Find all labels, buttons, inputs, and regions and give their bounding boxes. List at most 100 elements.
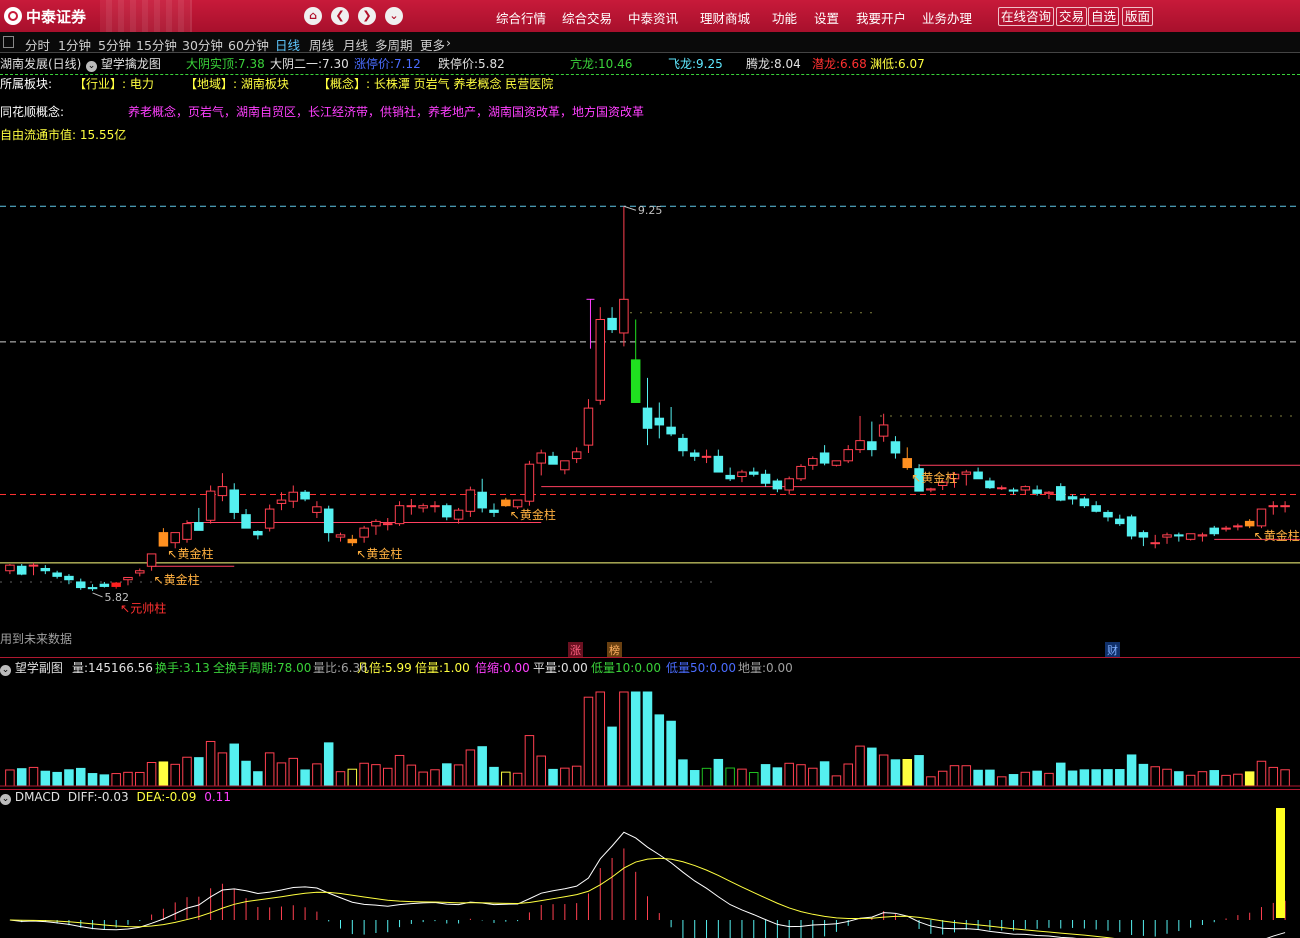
diff-line (9, 831, 1286, 938)
ths-concepts: 养老概念，页岩气，湖南自贸区，长江经济带，供销社，养老地产，湖南国资改革，地方国… (128, 105, 645, 119)
candlestick-chart[interactable]: 9.255.82↖黄金柱 ↖黄金柱↖黄金柱↖黄金柱↖黄金柱↖元帅柱↖黄金柱 (0, 140, 1300, 650)
volume-bar (418, 771, 428, 787)
volume-bar (465, 749, 476, 787)
volume-bar (1244, 771, 1255, 787)
watchlist-button[interactable]: 自选 (1088, 7, 1120, 26)
vol-stat-value: 0.00 (634, 661, 662, 675)
volume-bar (382, 767, 393, 787)
menu-open-account[interactable]: 我要开户 (856, 8, 906, 27)
volume-chart[interactable] (0, 675, 1300, 788)
period-weekly[interactable]: 周线 (309, 35, 334, 54)
menu-trade[interactable]: 综合交易 (562, 8, 612, 27)
vol-stat-label: 几倍: (357, 661, 386, 675)
candle-body (678, 437, 688, 452)
volume-bar (1268, 766, 1279, 787)
menu-function[interactable]: 功能 (772, 8, 797, 27)
period-30min[interactable]: 30分钟 (182, 35, 223, 54)
forward-icon[interactable]: ❯ (358, 7, 376, 25)
candle-body (701, 455, 712, 458)
candle-body (713, 455, 724, 473)
gold-bar-label: ↖黄金柱 (1254, 528, 1300, 543)
candle-body (1174, 534, 1184, 537)
candle-body (536, 452, 546, 464)
candle-body (229, 489, 239, 513)
vol-stat-value: 5.99 (385, 661, 412, 675)
volume-bar (1103, 769, 1113, 787)
yuanshuai-label: ↖元帅柱 (120, 601, 166, 616)
candle-body (808, 458, 818, 466)
volume-bar (1138, 763, 1149, 787)
volume-bar (831, 775, 842, 787)
candle-body (5, 564, 15, 572)
volume-bar (512, 772, 523, 787)
volume-bar (229, 743, 239, 787)
volume-bar (796, 764, 806, 787)
info-divider (0, 74, 1300, 75)
volume-bar (784, 762, 794, 787)
price-level-label: 大阴实顶: (186, 57, 239, 71)
candle-body (607, 317, 617, 331)
finance-badge[interactable]: 财 (1105, 642, 1120, 658)
candle-body (323, 508, 334, 534)
candle-body (241, 514, 251, 529)
chevron-right-icon[interactable]: › (446, 35, 451, 50)
candle-body (689, 452, 700, 457)
macd-chart[interactable] (0, 802, 1300, 938)
vol-stat-value: 78.00 (277, 661, 312, 675)
volume-bar (772, 767, 783, 787)
period-multi[interactable]: 多周期 (375, 35, 413, 54)
price-level-label: 飞龙: (668, 57, 697, 71)
broker-logo-icon (4, 7, 22, 25)
menu-wealth[interactable]: 理财商城 (700, 8, 750, 27)
menu-business[interactable]: 业务办理 (922, 8, 972, 27)
candle-body (158, 532, 169, 547)
vol-panel-header[interactable]: ⌄ 望学副图 (0, 659, 63, 676)
period-1min[interactable]: 1分钟 (58, 35, 91, 54)
menu-news[interactable]: 中泰资讯 (628, 8, 678, 27)
industry-info: 【行业】: 电力 (74, 77, 154, 91)
period-60min[interactable]: 60分钟 (228, 35, 269, 54)
online-consult-button[interactable]: 在线咨询 (998, 7, 1055, 26)
vol-stat-label: 地量: (738, 661, 767, 675)
candle-body (1197, 534, 1208, 537)
indicator-selector[interactable]: ⌄ 望学擒龙图 (86, 55, 161, 72)
gold-bar-label: ↖黄金柱 (167, 546, 213, 561)
layout-button[interactable]: 版面 (1122, 7, 1154, 26)
price-level-label: 跌停价: (438, 57, 479, 71)
candle-body (182, 523, 192, 540)
vol-stat-label: 量: (72, 661, 89, 675)
volume-bar (725, 767, 735, 787)
limit-up-badge[interactable]: 涨 (568, 642, 583, 658)
period-more[interactable]: 更多 (420, 35, 445, 54)
period-monthly[interactable]: 月线 (343, 35, 368, 54)
candle-body (512, 499, 523, 508)
candle-body (205, 490, 216, 521)
back-icon[interactable]: ❮ (331, 7, 349, 25)
volume-bar (890, 759, 901, 787)
ranking-badge[interactable]: 榜 (607, 642, 622, 658)
candle-body (394, 505, 405, 525)
period-5min[interactable]: 5分钟 (98, 35, 131, 54)
volume-bar (1032, 770, 1042, 787)
dropdown-icon[interactable]: ⌄ (385, 7, 403, 25)
price-level-2: 涨停价:7.12 (354, 55, 421, 72)
home-icon[interactable]: ⌂ (304, 7, 322, 25)
period-15min[interactable]: 15分钟 (136, 35, 177, 54)
price-level-value: 5.82 (478, 57, 505, 71)
period-tick[interactable]: 分时 (25, 35, 50, 54)
price-level-0: 大阴实顶:7.38 (186, 55, 265, 72)
price-level-7: 潜龙:6.68 (812, 55, 867, 72)
indicator-name: 望学擒龙图 (100, 57, 161, 71)
volume-bar (1126, 754, 1137, 787)
menu-market[interactable]: 综合行情 (496, 8, 546, 27)
candle-body (867, 441, 877, 451)
high-price-label: 9.25 (638, 204, 663, 217)
price-level-label: 渊低: (870, 57, 899, 71)
volume-bar (1162, 768, 1172, 787)
candle-body (1268, 505, 1279, 508)
panel-toggle-icon[interactable] (3, 36, 14, 48)
candle-body (442, 505, 452, 518)
trade-button[interactable]: 交易 (1056, 7, 1088, 26)
menu-settings[interactable]: 设置 (814, 8, 839, 27)
period-daily[interactable]: 日线 (275, 35, 300, 54)
